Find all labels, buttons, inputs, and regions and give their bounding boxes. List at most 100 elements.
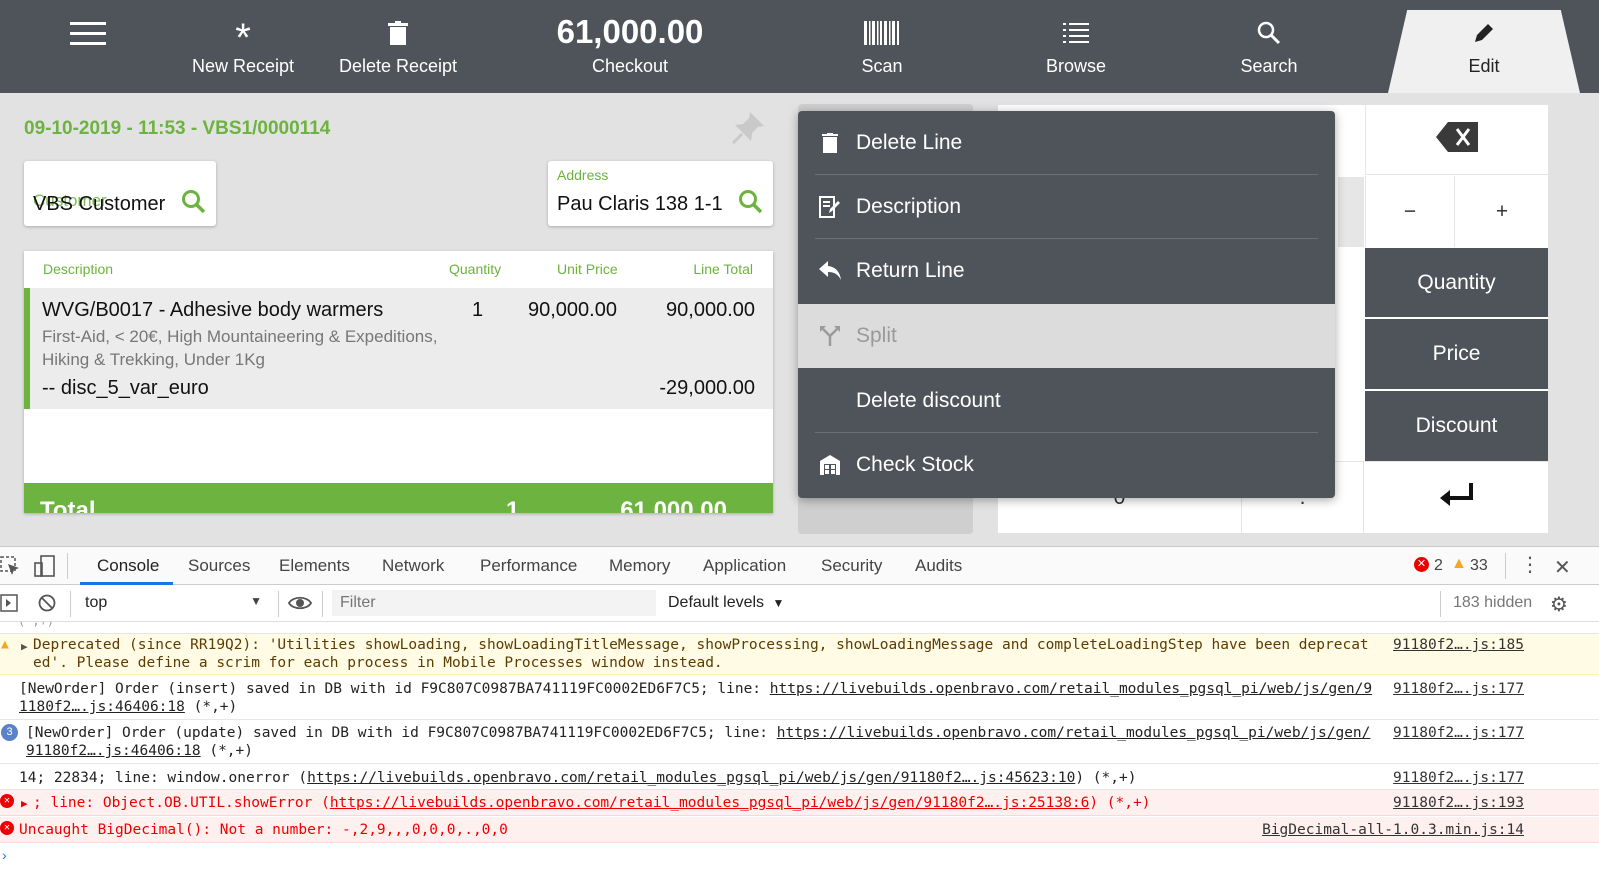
order-lines-panel: Description Quantity Unit Price Line Tot…: [24, 251, 773, 513]
inspect-icon[interactable]: [0, 556, 20, 581]
search-label: Search: [1240, 56, 1298, 76]
plus-button[interactable]: +: [1456, 176, 1548, 247]
order-line-row[interactable]: WVG/B0017 - Adhesive body warmers 1 90,0…: [24, 288, 773, 409]
address-caption: Address: [557, 167, 609, 183]
pencil-icon: [1405, 16, 1563, 50]
new-receipt-button[interactable]: * New Receipt: [178, 0, 308, 93]
context-value: top: [85, 594, 108, 611]
menu-item-label: Split: [856, 324, 897, 347]
edit-tab[interactable]: Edit: [1388, 0, 1580, 93]
search-icon: [1219, 16, 1319, 50]
scan-label: Scan: [861, 56, 903, 76]
error-icon: ✕: [0, 794, 14, 808]
console-message: (*,+): [184, 699, 238, 715]
minus-button[interactable]: −: [1365, 176, 1455, 247]
total-quantity: 1: [506, 497, 520, 513]
header-description: Description: [43, 261, 114, 277]
enter-icon: [1439, 482, 1474, 513]
address-selector[interactable]: Address Pau Claris 138 1-1: [548, 161, 773, 226]
filter-input[interactable]: [332, 590, 656, 616]
menu-item-description[interactable]: Description: [798, 175, 1335, 239]
tab-memory[interactable]: Memory: [609, 556, 670, 576]
enter-button[interactable]: [1365, 461, 1548, 533]
console-message: [NewOrder] Order (insert) saved in DB wi…: [19, 681, 770, 697]
expand-arrow-icon[interactable]: ▶: [21, 795, 28, 813]
search-button[interactable]: Search: [1219, 0, 1319, 93]
tab-performance[interactable]: Performance: [480, 556, 577, 576]
console-log-row: [NewOrder] Order (insert) saved in DB wi…: [0, 678, 1599, 720]
menu-item-split[interactable]: Split: [798, 304, 1335, 368]
console-source-link[interactable]: 91180f2….js:185: [1393, 636, 1524, 654]
menu-item-label: Description: [856, 195, 962, 218]
delete-receipt-button[interactable]: Delete Receipt: [328, 0, 468, 93]
chevron-down-icon: ▼: [250, 594, 262, 608]
edit-label: Edit: [1468, 56, 1500, 76]
show-sidebar-icon[interactable]: [0, 594, 18, 617]
delete-receipt-label: Delete Receipt: [338, 56, 458, 76]
tab-elements[interactable]: Elements: [279, 556, 350, 576]
console-message: Uncaught BigDecimal(): Not a number: -,2…: [19, 822, 508, 838]
console-source-link[interactable]: 91180f2….js:193: [1393, 794, 1524, 812]
hamburger-icon: [40, 16, 136, 50]
expand-arrow-icon[interactable]: ▶: [21, 638, 28, 656]
context-select[interactable]: top ▼: [80, 589, 268, 617]
settings-gear-icon[interactable]: ⚙: [1550, 592, 1568, 617]
menu-item-label: Delete Line: [856, 131, 963, 154]
tab-audits[interactable]: Audits: [915, 556, 962, 576]
tab-security[interactable]: Security: [821, 556, 882, 576]
console-url-link[interactable]: https://livebuilds.openbravo.com/retail_…: [330, 795, 1090, 811]
console-log-row: 14; 22834; line: window.onerror (https:/…: [0, 766, 1599, 790]
reply-icon: [818, 259, 842, 283]
edit-note-icon: [818, 195, 842, 219]
clear-console-icon[interactable]: [38, 594, 56, 617]
console-message: 14; 22834; line: window.onerror (: [19, 770, 308, 786]
console-toolbar: top ▼ Default levels ▼ 183 hidden ⚙: [0, 585, 1599, 622]
console-prompt[interactable]: ›: [2, 847, 7, 863]
header-unit-price: Unit Price: [557, 261, 618, 277]
tab-console[interactable]: Console: [97, 556, 159, 576]
console-message: Deprecated (since RR19Q2): 'Utilities sh…: [33, 637, 1369, 671]
asterisk-icon: *: [235, 16, 251, 60]
price-button[interactable]: Price: [1365, 319, 1548, 389]
backspace-button[interactable]: [1365, 105, 1548, 175]
console-message: [NewOrder] Order (update) saved in DB wi…: [26, 725, 777, 741]
pin-icon[interactable]: [730, 110, 766, 151]
console-source-link[interactable]: BigDecimal-all-1.0.3.min.js:14: [1262, 821, 1524, 839]
console-source-link[interactable]: 91180f2….js:177: [1393, 769, 1524, 787]
menu-item-label: Return Line: [856, 259, 965, 282]
customer-selector[interactable]: Customer VBS Customer: [24, 161, 216, 226]
more-options-icon[interactable]: ⋮: [1520, 555, 1540, 575]
search-icon[interactable]: [181, 189, 207, 215]
console-source-link[interactable]: 91180f2….js:177: [1393, 680, 1524, 698]
device-toolbar-icon[interactable]: [34, 555, 56, 582]
new-receipt-label: New Receipt: [191, 56, 295, 76]
tab-application[interactable]: Application: [703, 556, 786, 576]
tab-network[interactable]: Network: [382, 556, 444, 576]
menu-item-delete-line[interactable]: Delete Line: [798, 111, 1335, 175]
menu-item-return-line[interactable]: Return Line: [798, 239, 1335, 303]
browse-label: Browse: [1045, 56, 1107, 76]
levels-dropdown[interactable]: Default levels ▼: [668, 594, 784, 612]
menu-item-check-stock[interactable]: Check Stock: [798, 433, 1335, 497]
scan-button[interactable]: Scan: [832, 0, 932, 93]
discount-button[interactable]: Discount: [1365, 391, 1548, 461]
console-error-row: ✕ Uncaught BigDecimal(): Not a number: -…: [0, 817, 1599, 843]
eye-icon[interactable]: [287, 594, 313, 617]
trash-icon: [328, 16, 468, 50]
console-log-row: 3 [NewOrder] Order (update) saved in DB …: [0, 722, 1599, 764]
console-source-link[interactable]: 91180f2….js:177: [1393, 724, 1524, 742]
menu-item-delete-discount[interactable]: Delete discount: [798, 369, 1335, 433]
repeat-count-badge: 3: [1, 724, 18, 741]
checkout-button[interactable]: 61,000.00 Checkout: [530, 0, 730, 93]
search-icon[interactable]: [738, 189, 764, 215]
console-url-link[interactable]: https://livebuilds.openbravo.com/retail_…: [307, 770, 1075, 786]
error-count[interactable]: 2: [1434, 557, 1443, 575]
total-amount: 61,000.00: [620, 497, 727, 513]
browse-button[interactable]: Browse: [1026, 0, 1126, 93]
tab-sources[interactable]: Sources: [188, 556, 250, 576]
close-icon[interactable]: ✕: [1554, 555, 1571, 580]
quantity-button[interactable]: Quantity: [1365, 248, 1548, 317]
warning-count[interactable]: 33: [1470, 557, 1488, 575]
menu-button[interactable]: [40, 0, 136, 93]
header-line-total: Line Total: [693, 261, 753, 277]
